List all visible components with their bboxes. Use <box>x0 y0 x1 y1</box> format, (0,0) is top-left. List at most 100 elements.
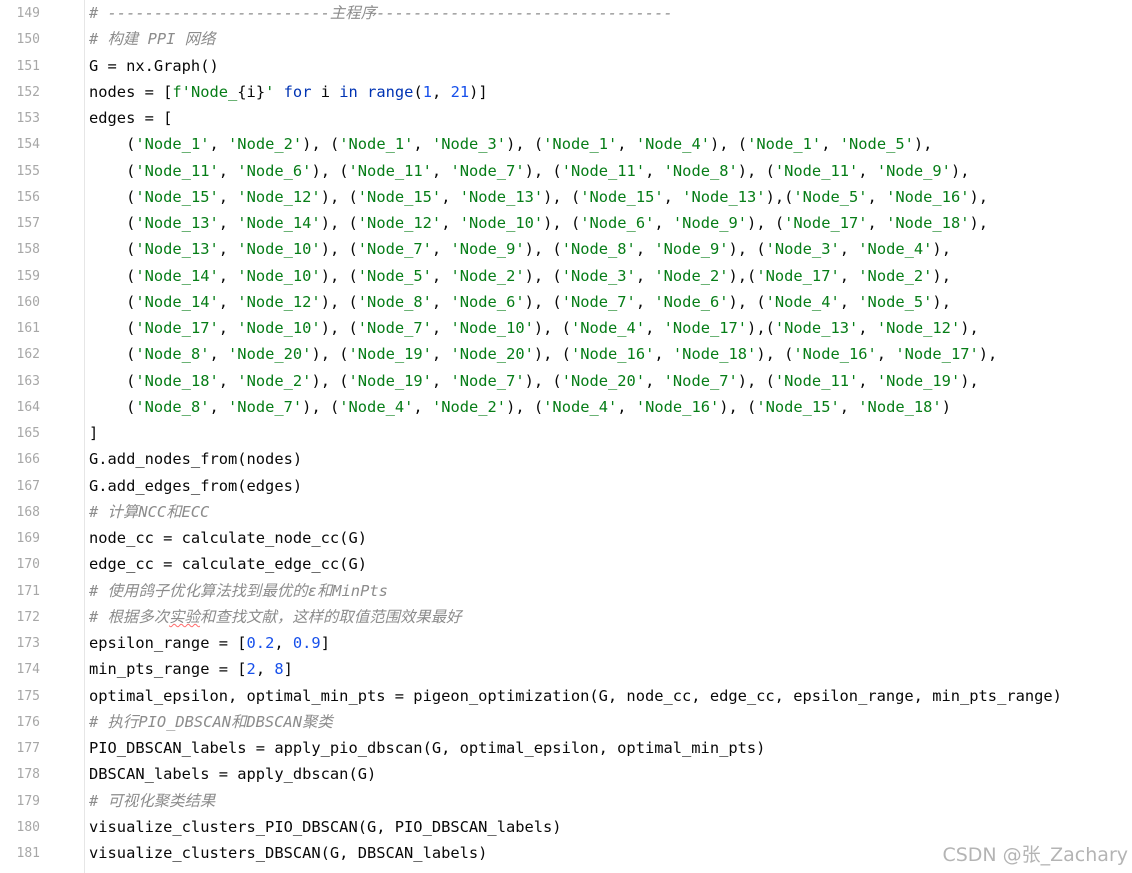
code-line[interactable]: 179 # 可视化聚类结果 <box>0 788 1132 814</box>
code-text[interactable]: ('Node_8', 'Node_20'), ('Node_19', 'Node… <box>89 343 997 365</box>
code-text[interactable]: G = nx.Graph() <box>89 55 219 77</box>
string-token: 'Node_14' <box>135 292 219 311</box>
code-editor[interactable]: 149 # ------------------------主程序--------… <box>0 0 1132 873</box>
code-token: , <box>209 135 229 154</box>
code-text[interactable]: min_pts_range = [2, 8] <box>89 658 293 680</box>
string-token: 'Node_10' <box>459 214 544 232</box>
code-line[interactable]: 178 DBSCAN_labels = apply_dbscan(G) <box>0 761 1132 787</box>
code-text[interactable]: # 构建 PPI 网络 <box>89 28 215 50</box>
number-token: 0.2 <box>246 634 275 652</box>
code-line[interactable]: 180 visualize_clusters_PIO_DBSCAN(G, PIO_… <box>0 814 1132 840</box>
code-text[interactable]: ('Node_13', 'Node_10'), ('Node_7', 'Node… <box>89 238 951 260</box>
code-text[interactable]: node_cc = calculate_node_cc(G) <box>89 527 367 549</box>
code-text[interactable]: visualize_clusters_DBSCAN(G, DBSCAN_labe… <box>89 842 487 864</box>
code-line[interactable]: 169 node_cc = calculate_node_cc(G) <box>0 525 1132 551</box>
string-token: 'Node_9' <box>450 240 525 259</box>
code-line[interactable]: 170 edge_cc = calculate_edge_cc(G) <box>0 551 1132 577</box>
code-text[interactable]: visualize_clusters_PIO_DBSCAN(G, PIO_DBS… <box>89 816 562 838</box>
code-line[interactable]: 165] <box>0 420 1132 446</box>
code-text[interactable]: nodes = [f'Node_{i}' for i in range(1, 2… <box>89 81 488 103</box>
string-token: 'Node_12' <box>237 292 321 311</box>
string-token: 'Node_20' <box>561 371 646 390</box>
code-line[interactable]: 154 ('Node_1', 'Node_2'), ('Node_1', 'No… <box>0 131 1132 157</box>
string-token: 'Node_1' <box>543 135 618 154</box>
code-text[interactable]: # 执行PIO_DBSCAN和DBSCAN聚类 <box>89 711 333 733</box>
code-text[interactable]: optimal_epsilon, optimal_min_pts = pigeo… <box>89 685 1062 707</box>
code-line[interactable]: 156 ('Node_15', 'Node_12'), ('Node_15', … <box>0 184 1132 210</box>
code-line[interactable]: 164 ('Node_8', 'Node_7'), ('Node_4', 'No… <box>0 394 1132 420</box>
code-lines: 149 # ------------------------主程序--------… <box>0 0 1132 866</box>
comment-token: # 可视化聚类结果 <box>89 791 216 810</box>
code-text[interactable]: edge_cc = calculate_edge_cc(G) <box>89 553 367 575</box>
code-line[interactable]: 177 PIO_DBSCAN_labels = apply_pio_dbscan(… <box>0 735 1132 761</box>
code-token: , <box>218 292 238 311</box>
code-line[interactable]: 166 G.add_nodes_from(nodes) <box>0 446 1132 472</box>
string-token: 'Node_7' <box>561 292 636 311</box>
string-token: 'Node_19' <box>348 345 432 364</box>
code-text[interactable]: edges = [ <box>89 107 172 129</box>
code-token: ), <box>960 319 979 337</box>
code-token: , <box>635 240 655 259</box>
string-token: 'Node_19' <box>348 371 432 390</box>
code-text[interactable]: ('Node_15', 'Node_12'), ('Node_15', 'Nod… <box>89 186 988 208</box>
code-text[interactable]: ('Node_18', 'Node_2'), ('Node_19', 'Node… <box>89 370 979 392</box>
code-line[interactable]: 161 ('Node_17', 'Node_10'), ('Node_7', '… <box>0 315 1132 341</box>
code-line[interactable]: 152 nodes = [f'Node_{i}' for i in range(1… <box>0 79 1132 105</box>
code-text[interactable]: G.add_nodes_from(nodes) <box>89 448 302 470</box>
line-number: 149 <box>16 6 40 21</box>
string-token: 'Node_5' <box>793 187 868 206</box>
code-line[interactable]: 153 edges = [ <box>0 105 1132 131</box>
code-text[interactable]: PIO_DBSCAN_labels = apply_pio_dbscan(G, … <box>89 737 765 759</box>
code-line[interactable]: 173 epsilon_range = [0.2, 0.9] <box>0 630 1132 656</box>
line-number: 150 <box>16 32 40 48</box>
code-text[interactable]: # 可视化聚类结果 <box>89 790 215 812</box>
code-line[interactable]: 176 # 执行PIO_DBSCAN和DBSCAN聚类 <box>0 709 1132 735</box>
code-text[interactable]: ('Node_14', 'Node_12'), ('Node_8', 'Node… <box>89 291 951 313</box>
code-token: ), ( <box>524 161 562 180</box>
code-line[interactable]: 175 optimal_epsilon, optimal_min_pts = pi… <box>0 683 1132 709</box>
code-text[interactable]: ('Node_1', 'Node_2'), ('Node_1', 'Node_3… <box>89 133 932 155</box>
code-text[interactable]: ('Node_14', 'Node_10'), ('Node_5', 'Node… <box>89 265 951 287</box>
code-text[interactable]: ('Node_17', 'Node_10'), ('Node_7', 'Node… <box>89 317 979 339</box>
string-token: ' <box>265 82 275 101</box>
code-text[interactable]: # 使用鸽子优化算法找到最优的ε和MinPts <box>89 580 388 602</box>
code-text[interactable]: # 计算NCC和ECC <box>89 501 209 523</box>
code-token: , <box>839 240 859 259</box>
code-token: , <box>431 345 451 364</box>
code-token: nodes = [ <box>89 82 173 101</box>
code-text[interactable]: ] <box>89 422 98 444</box>
code-line[interactable]: 172 # 根据多次实验和查找文献，这样的取值范围效果最好 <box>0 604 1132 630</box>
code-line[interactable]: 163 ('Node_18', 'Node_2'), ('Node_19', '… <box>0 368 1132 394</box>
code-line[interactable]: 150 # 构建 PPI 网络 <box>0 26 1132 52</box>
string-token: 'Node_7' <box>450 371 525 390</box>
string-token: 'Node_4' <box>339 397 414 416</box>
code-text[interactable]: # 根据多次实验和查找文献，这样的取值范围效果最好 <box>89 606 462 628</box>
line-number: 167 <box>16 478 40 494</box>
code-token: , <box>218 240 238 259</box>
string-token: 'Node_19' <box>876 371 961 390</box>
code-token: , <box>876 345 896 364</box>
code-line[interactable]: 162 ('Node_8', 'Node_20'), ('Node_19', '… <box>0 341 1132 367</box>
code-token: ( <box>89 240 136 259</box>
code-line[interactable]: 174 min_pts_range = [2, 8] <box>0 656 1132 682</box>
code-line[interactable]: 155 ('Node_11', 'Node_6'), ('Node_11', '… <box>0 158 1132 184</box>
code-line[interactable]: 160 ('Node_14', 'Node_12'), ('Node_8', '… <box>0 289 1132 315</box>
code-text[interactable]: G.add_edges_from(edges) <box>89 475 302 497</box>
code-line[interactable]: 159 ('Node_14', 'Node_10'), ('Node_5', '… <box>0 263 1132 289</box>
code-line[interactable]: 167 G.add_edges_from(edges) <box>0 473 1132 499</box>
code-line[interactable]: 168 # 计算NCC和ECC <box>0 499 1132 525</box>
code-text[interactable]: ('Node_11', 'Node_6'), ('Node_11', 'Node… <box>89 160 969 182</box>
code-text[interactable]: epsilon_range = [0.2, 0.9] <box>89 632 330 654</box>
code-line[interactable]: 171 # 使用鸽子优化算法找到最优的ε和MinPts <box>0 578 1132 604</box>
code-line[interactable]: 149 # ------------------------主程序--------… <box>0 0 1132 26</box>
code-token: ), ( <box>533 319 571 337</box>
code-text[interactable]: DBSCAN_labels = apply_dbscan(G) <box>89 763 376 785</box>
code-line[interactable]: 158 ('Node_13', 'Node_10'), ('Node_7', '… <box>0 236 1132 262</box>
code-text[interactable]: # ------------------------主程序-----------… <box>89 2 673 24</box>
code-line[interactable]: 157 ('Node_13', 'Node_14'), ('Node_12', … <box>0 210 1132 236</box>
code-line[interactable]: 151 G = nx.Graph() <box>0 53 1132 79</box>
code-token: ), ( <box>320 319 358 337</box>
code-text[interactable]: ('Node_13', 'Node_14'), ('Node_12', 'Nod… <box>89 212 988 234</box>
code-text[interactable]: ('Node_8', 'Node_7'), ('Node_4', 'Node_2… <box>89 396 951 418</box>
